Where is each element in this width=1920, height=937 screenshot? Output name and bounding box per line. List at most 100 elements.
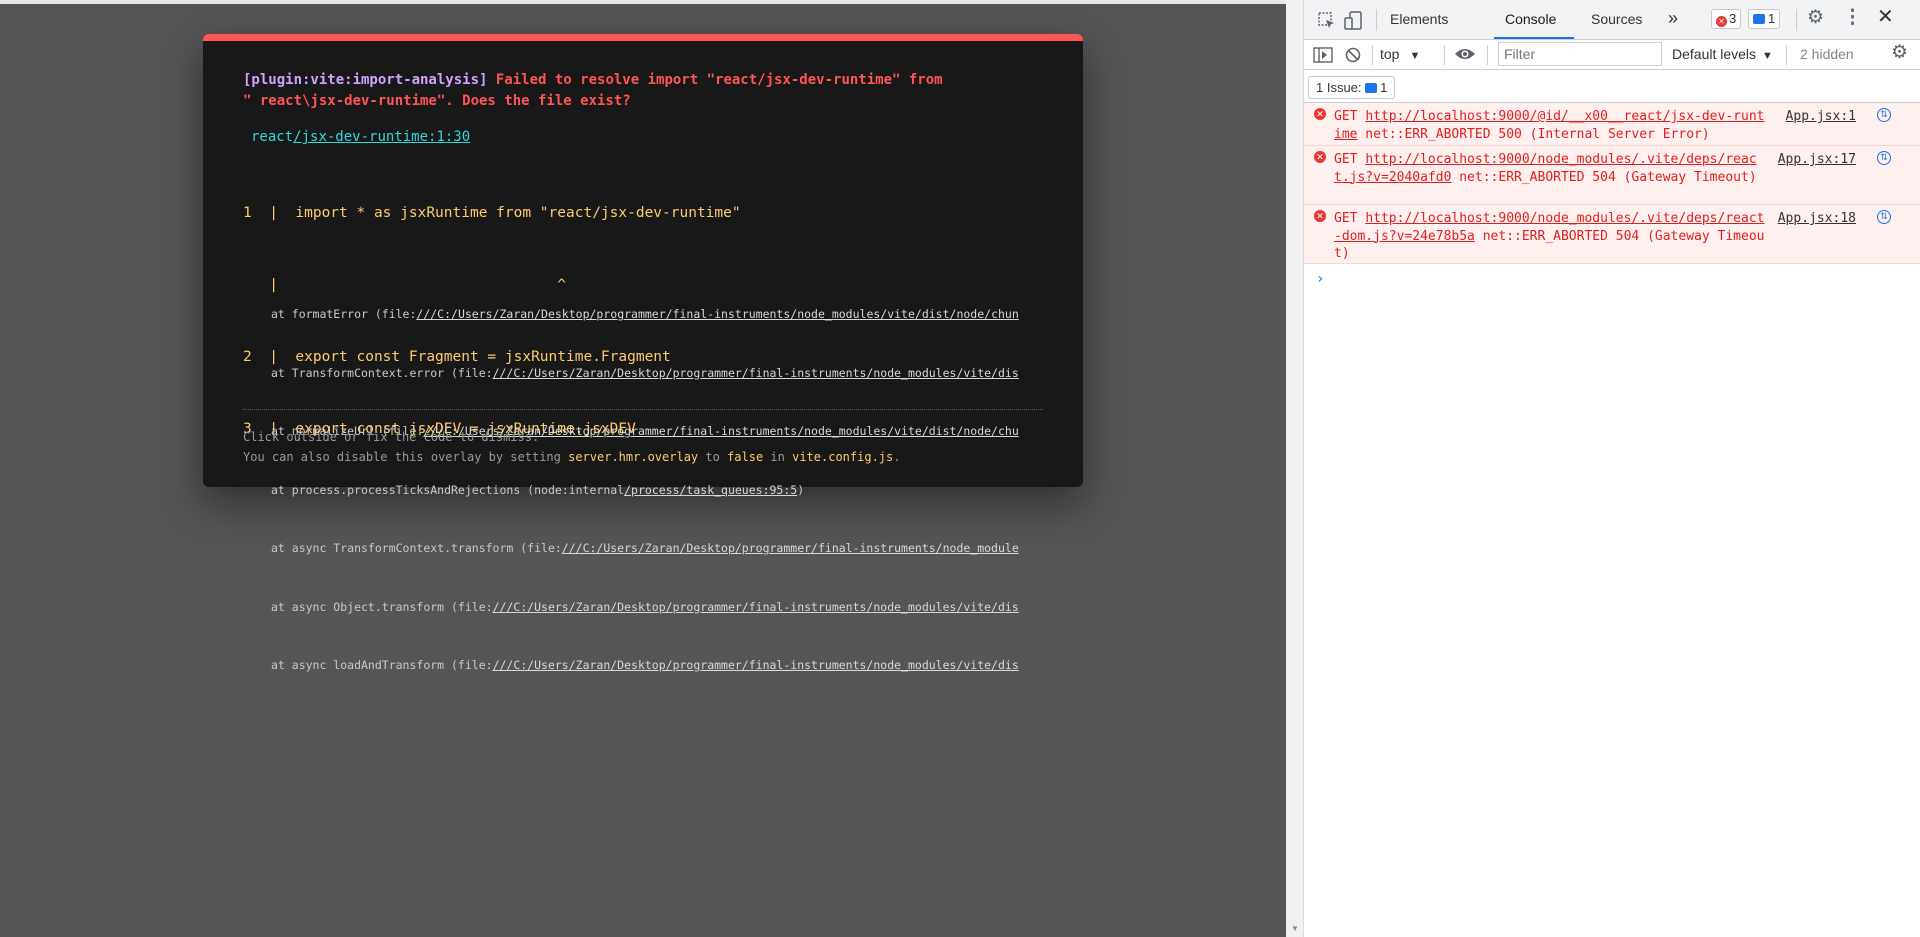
console-error-text: GET http://localhost:9000/@id/__x00__rea… — [1334, 108, 1772, 143]
message-icon — [1753, 14, 1765, 24]
source-link[interactable]: App.jsx:17 — [1778, 151, 1856, 169]
issues-button[interactable]: 1 Issue: 1 — [1308, 76, 1396, 99]
chevron-down-icon: ▼ — [1762, 50, 1773, 62]
filter-input[interactable]: Filter — [1498, 42, 1662, 66]
stack-text: at process.processTicksAndRejections (no… — [271, 482, 625, 497]
devtools-main: Elements Console Sources » ✕ 3 1 ⚙ ⋮ ✕ to… — [1304, 0, 1920, 937]
stack-line: at formatError (file:///C:/Users/Zaran/D… — [271, 305, 1043, 325]
divider — [243, 409, 1043, 410]
network-request-icon[interactable]: ⇅ — [1877, 151, 1891, 165]
tip-line: You can also disable this overlay by set… — [243, 447, 900, 467]
scroll-down-arrow-icon[interactable]: ▼ — [1291, 924, 1299, 933]
more-options-icon[interactable]: ⋮ — [1843, 8, 1862, 27]
stack-link[interactable]: ///C:/Users/Zaran/Desktop/programmer/fin… — [493, 600, 1019, 614]
tab-elements[interactable]: Elements — [1390, 11, 1448, 27]
stack-text: at formatError (file: — [271, 307, 417, 321]
issue-icon — [1365, 83, 1378, 93]
tip-text: in — [763, 450, 793, 464]
issues-label: 1 Issue: — [1316, 80, 1362, 95]
error-count: 3 — [1729, 11, 1737, 26]
page-scrollbar[interactable]: ▼ — [1286, 0, 1304, 937]
error-message: [plugin:vite:import-analysis] Failed to … — [243, 70, 1043, 112]
stack-link[interactable]: ///C:/Users/Zaran/Desktop/programmer/fin… — [493, 658, 1019, 672]
stack-text: ) — [797, 482, 805, 497]
devtools-panel: ▼ Elements Console Sources » ✕3 1 ⚙ ⋮ ✕ — [1286, 0, 1920, 937]
stack-line: at async loadAndTransform (file:///C:/Us… — [271, 656, 1043, 676]
error-icon: ✕ — [1314, 108, 1326, 120]
error-file-link[interactable]: react/jsx-dev-runtime:1:30 — [251, 129, 470, 145]
request-method: GET — [1334, 109, 1358, 124]
tip-code: vite.config.js — [792, 450, 894, 464]
clear-console-icon[interactable] — [1345, 47, 1361, 67]
stack-link[interactable]: /process/task_queues:95:5 — [624, 483, 797, 497]
devtools-tab-bar: Elements Console Sources » ✕ 3 1 ⚙ ⋮ ✕ — [1304, 0, 1920, 40]
tab-sources[interactable]: Sources — [1591, 11, 1642, 27]
issues-count: 1 — [1380, 80, 1388, 95]
stack-text: at TransformContext.error (file: — [271, 365, 493, 380]
source-link[interactable]: App.jsx:1 — [1786, 108, 1856, 126]
request-method: GET — [1334, 152, 1358, 167]
code-frame-line: 1 | import * as jsxRuntime from "react/j… — [243, 205, 741, 221]
toolbar-divider — [1376, 9, 1377, 31]
message-count: 1 — [1768, 11, 1776, 26]
stack-line: at async Object.transform (file:///C:/Us… — [271, 598, 1043, 618]
toolbar-divider — [1372, 45, 1373, 65]
file-prefix: react — [251, 129, 294, 145]
error-icon: ✕ — [1716, 16, 1727, 27]
request-method: GET — [1334, 211, 1358, 226]
log-levels-dropdown[interactable]: Default levels ▼ — [1672, 46, 1773, 62]
console-prompt-icon[interactable]: › — [1316, 271, 1324, 289]
message-count-badge[interactable]: 1 — [1748, 9, 1781, 29]
request-status: net::ERR_ABORTED 500 (Internal Server Er… — [1357, 126, 1710, 142]
console-error-row[interactable]: ✕ GET http://localhost:9000/node_modules… — [1304, 205, 1920, 264]
stack-link[interactable]: ///C:/Users/Zaran/Desktop/programmer/fin… — [562, 541, 1019, 555]
console-error-row[interactable]: ✕ GET http://localhost:9000/@id/__x00__r… — [1304, 103, 1920, 146]
error-count-badge[interactable]: ✕ 3 — [1711, 9, 1742, 29]
stack-text: at async TransformContext.transform (fil… — [271, 541, 562, 555]
toolbar-divider — [1444, 45, 1445, 65]
log-levels-label: Default levels — [1672, 46, 1757, 62]
tip-text: to — [698, 450, 728, 464]
more-tabs-icon[interactable]: » — [1668, 8, 1678, 29]
stack-link[interactable]: ///C:/Users/Zaran/Desktop/programmer/fin… — [416, 307, 1018, 321]
issues-bar: 1 Issue: 1 — [1304, 70, 1920, 103]
tip-code: false — [727, 450, 764, 464]
console-toolbar: top ▼ Filter Default levels ▼ 2 hidden ⚙ — [1304, 40, 1920, 70]
stack-line: at process.processTicksAndRejections (no… — [271, 481, 1043, 501]
file-location[interactable]: /jsx-dev-runtime:1:30 — [293, 129, 470, 145]
stack-line: at async TransformContext.transform (fil… — [271, 539, 1043, 559]
toolbar-divider — [1796, 9, 1797, 31]
tab-console[interactable]: Console — [1505, 11, 1556, 27]
active-tab-indicator — [1494, 37, 1574, 39]
context-label: top — [1380, 46, 1400, 62]
device-toolbar-icon[interactable] — [1344, 11, 1364, 35]
console-messages: ✕ GET http://localhost:9000/@id/__x00__r… — [1304, 103, 1920, 287]
error-icon: ✕ — [1314, 151, 1326, 163]
console-error-row[interactable]: ✕ GET http://localhost:9000/node_modules… — [1304, 146, 1920, 205]
live-expression-eye-icon[interactable] — [1454, 46, 1476, 66]
request-status: net::ERR_ABORTED 504 (Gateway Timeout) — [1451, 169, 1757, 185]
tip-text: You can also disable this overlay by set… — [243, 450, 569, 464]
vite-error-overlay: [plugin:vite:import-analysis] Failed to … — [203, 34, 1083, 672]
context-selector[interactable]: top ▼ — [1380, 46, 1420, 62]
settings-gear-icon[interactable]: ⚙ — [1807, 8, 1824, 27]
network-request-icon[interactable]: ⇅ — [1877, 108, 1891, 122]
page-viewport: [plugin:vite:import-analysis] Failed to … — [0, 0, 1286, 937]
hidden-count: 2 hidden — [1800, 46, 1854, 62]
stack-trace: at formatError (file:///C:/Users/Zaran/D… — [271, 266, 1043, 715]
tip-text: . — [893, 450, 901, 464]
console-settings-gear-icon[interactable]: ⚙ — [1891, 43, 1908, 62]
close-devtools-icon[interactable]: ✕ — [1877, 7, 1894, 27]
source-link[interactable]: App.jsx:18 — [1778, 210, 1856, 228]
inspect-element-icon[interactable] — [1318, 12, 1336, 34]
console-error-text: GET http://localhost:9000/node_modules/.… — [1334, 210, 1772, 263]
plugin-name: [plugin:vite:import-analysis] — [243, 72, 488, 88]
console-error-text: GET http://localhost:9000/node_modules/.… — [1334, 151, 1772, 186]
network-request-icon[interactable]: ⇅ — [1877, 210, 1891, 224]
stack-link[interactable]: ///C:/Users/Zaran/Desktop/programmer/fin… — [493, 366, 1019, 380]
tip-line: Click outside or fix the code to dismiss… — [243, 430, 540, 444]
stack-text: at async loadAndTransform (file: — [271, 658, 493, 672]
stack-text: at async Object.transform (file: — [271, 599, 493, 614]
show-sidebar-icon[interactable] — [1313, 47, 1333, 67]
tip-code: server.hmr.overlay — [568, 450, 699, 464]
